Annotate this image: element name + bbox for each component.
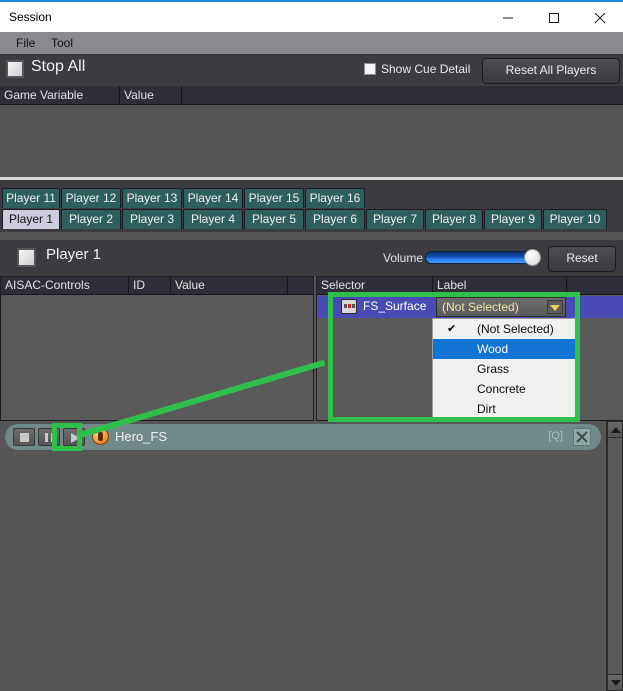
minimize-button[interactable] xyxy=(485,4,531,32)
column-header-id[interactable]: ID xyxy=(129,277,171,294)
tab-player-4[interactable]: Player 4 xyxy=(183,209,243,229)
selector-name-label: FS_Surface xyxy=(363,299,427,313)
arrow-down-icon[interactable] xyxy=(607,674,623,691)
column-header-aisac-controls[interactable]: AISAC-Controls xyxy=(1,277,129,294)
tab-player-1[interactable]: Player 1 xyxy=(2,209,60,229)
stop-icon xyxy=(20,433,29,442)
cue-close-button[interactable] xyxy=(573,428,591,446)
pause-button[interactable] xyxy=(38,428,60,446)
tab-player-3[interactable]: Player 3 xyxy=(122,209,182,229)
selector-label-value: (Not Selected) xyxy=(442,300,519,314)
play-icon xyxy=(71,433,80,443)
tab-player-9[interactable]: Player 9 xyxy=(484,209,542,229)
close-button[interactable] xyxy=(577,4,623,32)
cue-row-hero-fs[interactable]: Hero_FS [Q] xyxy=(5,424,601,450)
pause-icon xyxy=(45,433,48,442)
tab-player-6[interactable]: Player 6 xyxy=(305,209,365,229)
stop-all-checkbox[interactable] xyxy=(6,60,24,78)
play-button[interactable] xyxy=(63,428,85,446)
menu-item-tool[interactable]: Tool xyxy=(45,35,79,51)
aisac-grid-header: AISAC-Controls ID Value xyxy=(1,277,313,295)
player-enable-checkbox[interactable] xyxy=(17,248,36,267)
column-header-selector-spacer xyxy=(567,277,623,294)
dropdown-item-grass[interactable]: Grass xyxy=(433,359,579,379)
stop-all-label: Stop All xyxy=(31,58,86,75)
tab-player-5[interactable]: Player 5 xyxy=(244,209,304,229)
show-cue-detail-checkbox[interactable] xyxy=(364,63,376,75)
volume-slider-thumb[interactable] xyxy=(524,249,541,266)
column-header-selector[interactable]: Selector xyxy=(317,277,433,294)
column-header-aisac-value[interactable]: Value xyxy=(171,277,288,294)
reset-button[interactable]: Reset xyxy=(548,246,616,272)
selector-row-fs-surface[interactable]: FS_Surface (Not Selected) xyxy=(318,296,623,318)
cue-icon xyxy=(92,428,109,445)
cue-list-area: Hero_FS [Q] xyxy=(0,421,623,691)
arrow-up-icon[interactable] xyxy=(607,421,623,438)
title-bar: Session xyxy=(0,0,623,32)
column-header-label[interactable]: Label xyxy=(433,277,567,294)
column-header-game-variable[interactable]: Game Variable xyxy=(0,86,120,104)
tab-player-7[interactable]: Player 7 xyxy=(366,209,424,229)
column-header-value[interactable]: Value xyxy=(120,86,182,104)
volume-label: Volume xyxy=(383,251,424,265)
pause-icon-bar2 xyxy=(51,433,54,442)
selector-label-combobox[interactable]: (Not Selected) xyxy=(436,297,566,317)
cue-name-label: Hero_FS xyxy=(115,429,168,444)
selector-icon xyxy=(341,299,357,314)
session-window: Session File Tool Stop All Show Cue Deta… xyxy=(0,0,623,691)
toolbar: Stop All Show Cue Detail Reset All Playe… xyxy=(0,54,623,86)
vertical-scrollbar[interactable] xyxy=(606,421,623,691)
check-icon: ✔ xyxy=(447,323,457,335)
maximize-button[interactable] xyxy=(531,4,577,32)
show-cue-detail-label: Show Cue Detail xyxy=(381,62,471,76)
quantize-tag: [Q] xyxy=(548,430,563,442)
tab-player-10[interactable]: Player 10 xyxy=(543,209,607,229)
dropdown-item-label: Concrete xyxy=(477,382,526,396)
dropdown-item-label: Dirt xyxy=(477,402,496,416)
tab-player-15[interactable]: Player 15 xyxy=(244,188,304,208)
menu-bar: File Tool xyxy=(0,32,623,54)
scrollbar-track[interactable] xyxy=(607,438,623,674)
tab-player-2[interactable]: Player 2 xyxy=(61,209,121,229)
player-tabs: Player 11 Player 12 Player 13 Player 14 … xyxy=(0,180,623,232)
player-header: Player 1 Volume Reset xyxy=(0,240,623,276)
volume-slider[interactable] xyxy=(425,251,540,264)
game-variable-panel: Game Variable Value xyxy=(0,86,623,176)
column-header-aisac-spacer xyxy=(288,277,314,294)
game-variable-table-header: Game Variable Value xyxy=(0,86,623,105)
dropdown-item-not-selected[interactable]: ✔ (Not Selected) xyxy=(433,319,579,339)
window-title: Session xyxy=(9,10,52,24)
tab-player-12[interactable]: Player 12 xyxy=(61,188,121,208)
player-name-label: Player 1 xyxy=(46,246,102,263)
selector-dropdown-menu: ✔ (Not Selected) Wood Grass Concrete Dir… xyxy=(432,318,580,420)
reset-all-players-button[interactable]: Reset All Players xyxy=(482,58,620,84)
selector-grid-header: Selector Label xyxy=(317,277,623,295)
aisac-controls-grid: AISAC-Controls ID Value xyxy=(0,276,314,421)
dropdown-item-label: (Not Selected) xyxy=(477,322,554,336)
stop-button[interactable] xyxy=(13,428,35,446)
dropdown-item-concrete[interactable]: Concrete xyxy=(433,379,579,399)
dropdown-item-wood[interactable]: Wood xyxy=(433,339,579,359)
tab-player-11[interactable]: Player 11 xyxy=(2,188,60,208)
dropdown-item-label: Wood xyxy=(477,342,509,356)
dropdown-item-dirt[interactable]: Dirt xyxy=(433,399,579,419)
menu-item-file[interactable]: File xyxy=(10,35,41,51)
game-variable-table-body xyxy=(0,105,623,176)
tab-player-14[interactable]: Player 14 xyxy=(183,188,243,208)
tab-player-8[interactable]: Player 8 xyxy=(425,209,483,229)
tab-player-16[interactable]: Player 16 xyxy=(305,188,365,208)
chevron-down-icon[interactable] xyxy=(547,300,563,314)
tab-player-13[interactable]: Player 13 xyxy=(122,188,182,208)
dropdown-item-label: Grass xyxy=(477,362,510,376)
column-header-spacer xyxy=(182,86,623,104)
